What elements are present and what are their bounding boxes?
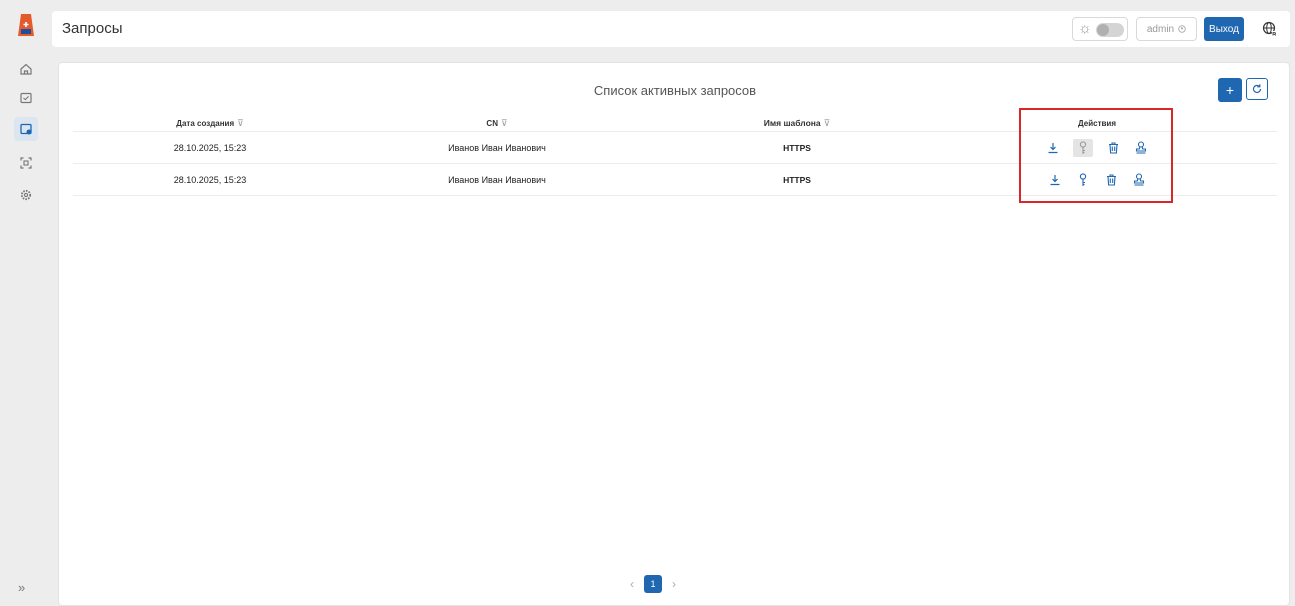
card-title: Список активных запросов [593, 83, 757, 98]
page-number-current[interactable]: 1 [644, 575, 662, 593]
home-icon [20, 63, 32, 75]
column-label: Дата создания [176, 118, 235, 128]
user-chip[interactable]: admin [1136, 17, 1197, 41]
cell-cn: Иванов Иван Иванович [448, 174, 546, 185]
pagination: ‹ 1 › [630, 575, 676, 593]
certificate-icon [20, 92, 32, 104]
cell-date: 28.10.2025, 15:23 [173, 142, 247, 153]
column-header-cn: CN ⊽ [347, 115, 647, 131]
theme-switch[interactable] [1096, 23, 1124, 37]
next-page-button[interactable]: › [672, 577, 676, 591]
actions-highlight-box [1019, 108, 1173, 203]
expand-sidebar-button[interactable]: » [18, 580, 25, 595]
scan-icon [20, 157, 32, 169]
sidebar-item-settings[interactable] [14, 183, 38, 207]
refresh-button[interactable] [1246, 78, 1268, 100]
refresh-icon [1252, 84, 1262, 94]
filter-icon[interactable]: ⊽ [824, 118, 831, 129]
requests-icon [20, 123, 32, 135]
requests-card: Список активных запросов + Дата создания… [58, 62, 1290, 606]
column-header-date: Дата создания ⊽ [73, 115, 347, 131]
column-label: CN [486, 118, 498, 128]
sun-icon: ☼ [1078, 20, 1092, 37]
logout-button[interactable]: Выход [1204, 17, 1244, 41]
filter-icon[interactable]: ⊽ [501, 118, 508, 129]
app-logo [18, 14, 34, 36]
cell-template: HTTPS [783, 142, 811, 153]
filter-icon[interactable]: ⊽ [237, 118, 244, 129]
settings-icon [20, 189, 32, 201]
sidebar-item-scan[interactable] [14, 151, 38, 175]
cell-template: HTTPS [783, 174, 811, 185]
language-globe-icon[interactable] [1262, 21, 1278, 37]
sidebar: » [0, 0, 48, 606]
column-label: Имя шаблона [763, 118, 821, 128]
page-title: Запросы [62, 20, 123, 37]
user-icon [1178, 25, 1186, 33]
add-request-button[interactable]: + [1218, 78, 1242, 102]
cell-cn: Иванов Иван Иванович [448, 142, 546, 153]
theme-toggle[interactable]: ☼ [1072, 17, 1128, 41]
sidebar-item-certificates[interactable] [14, 86, 38, 110]
cell-date: 28.10.2025, 15:23 [173, 174, 247, 185]
prev-page-button[interactable]: ‹ [630, 577, 634, 591]
top-header: Запросы ☼ admin Выход [52, 11, 1290, 47]
username: admin [1146, 23, 1175, 35]
sidebar-item-home[interactable] [14, 57, 38, 81]
column-header-template: Имя шаблона ⊽ [647, 115, 947, 131]
sidebar-item-requests[interactable] [14, 117, 38, 141]
